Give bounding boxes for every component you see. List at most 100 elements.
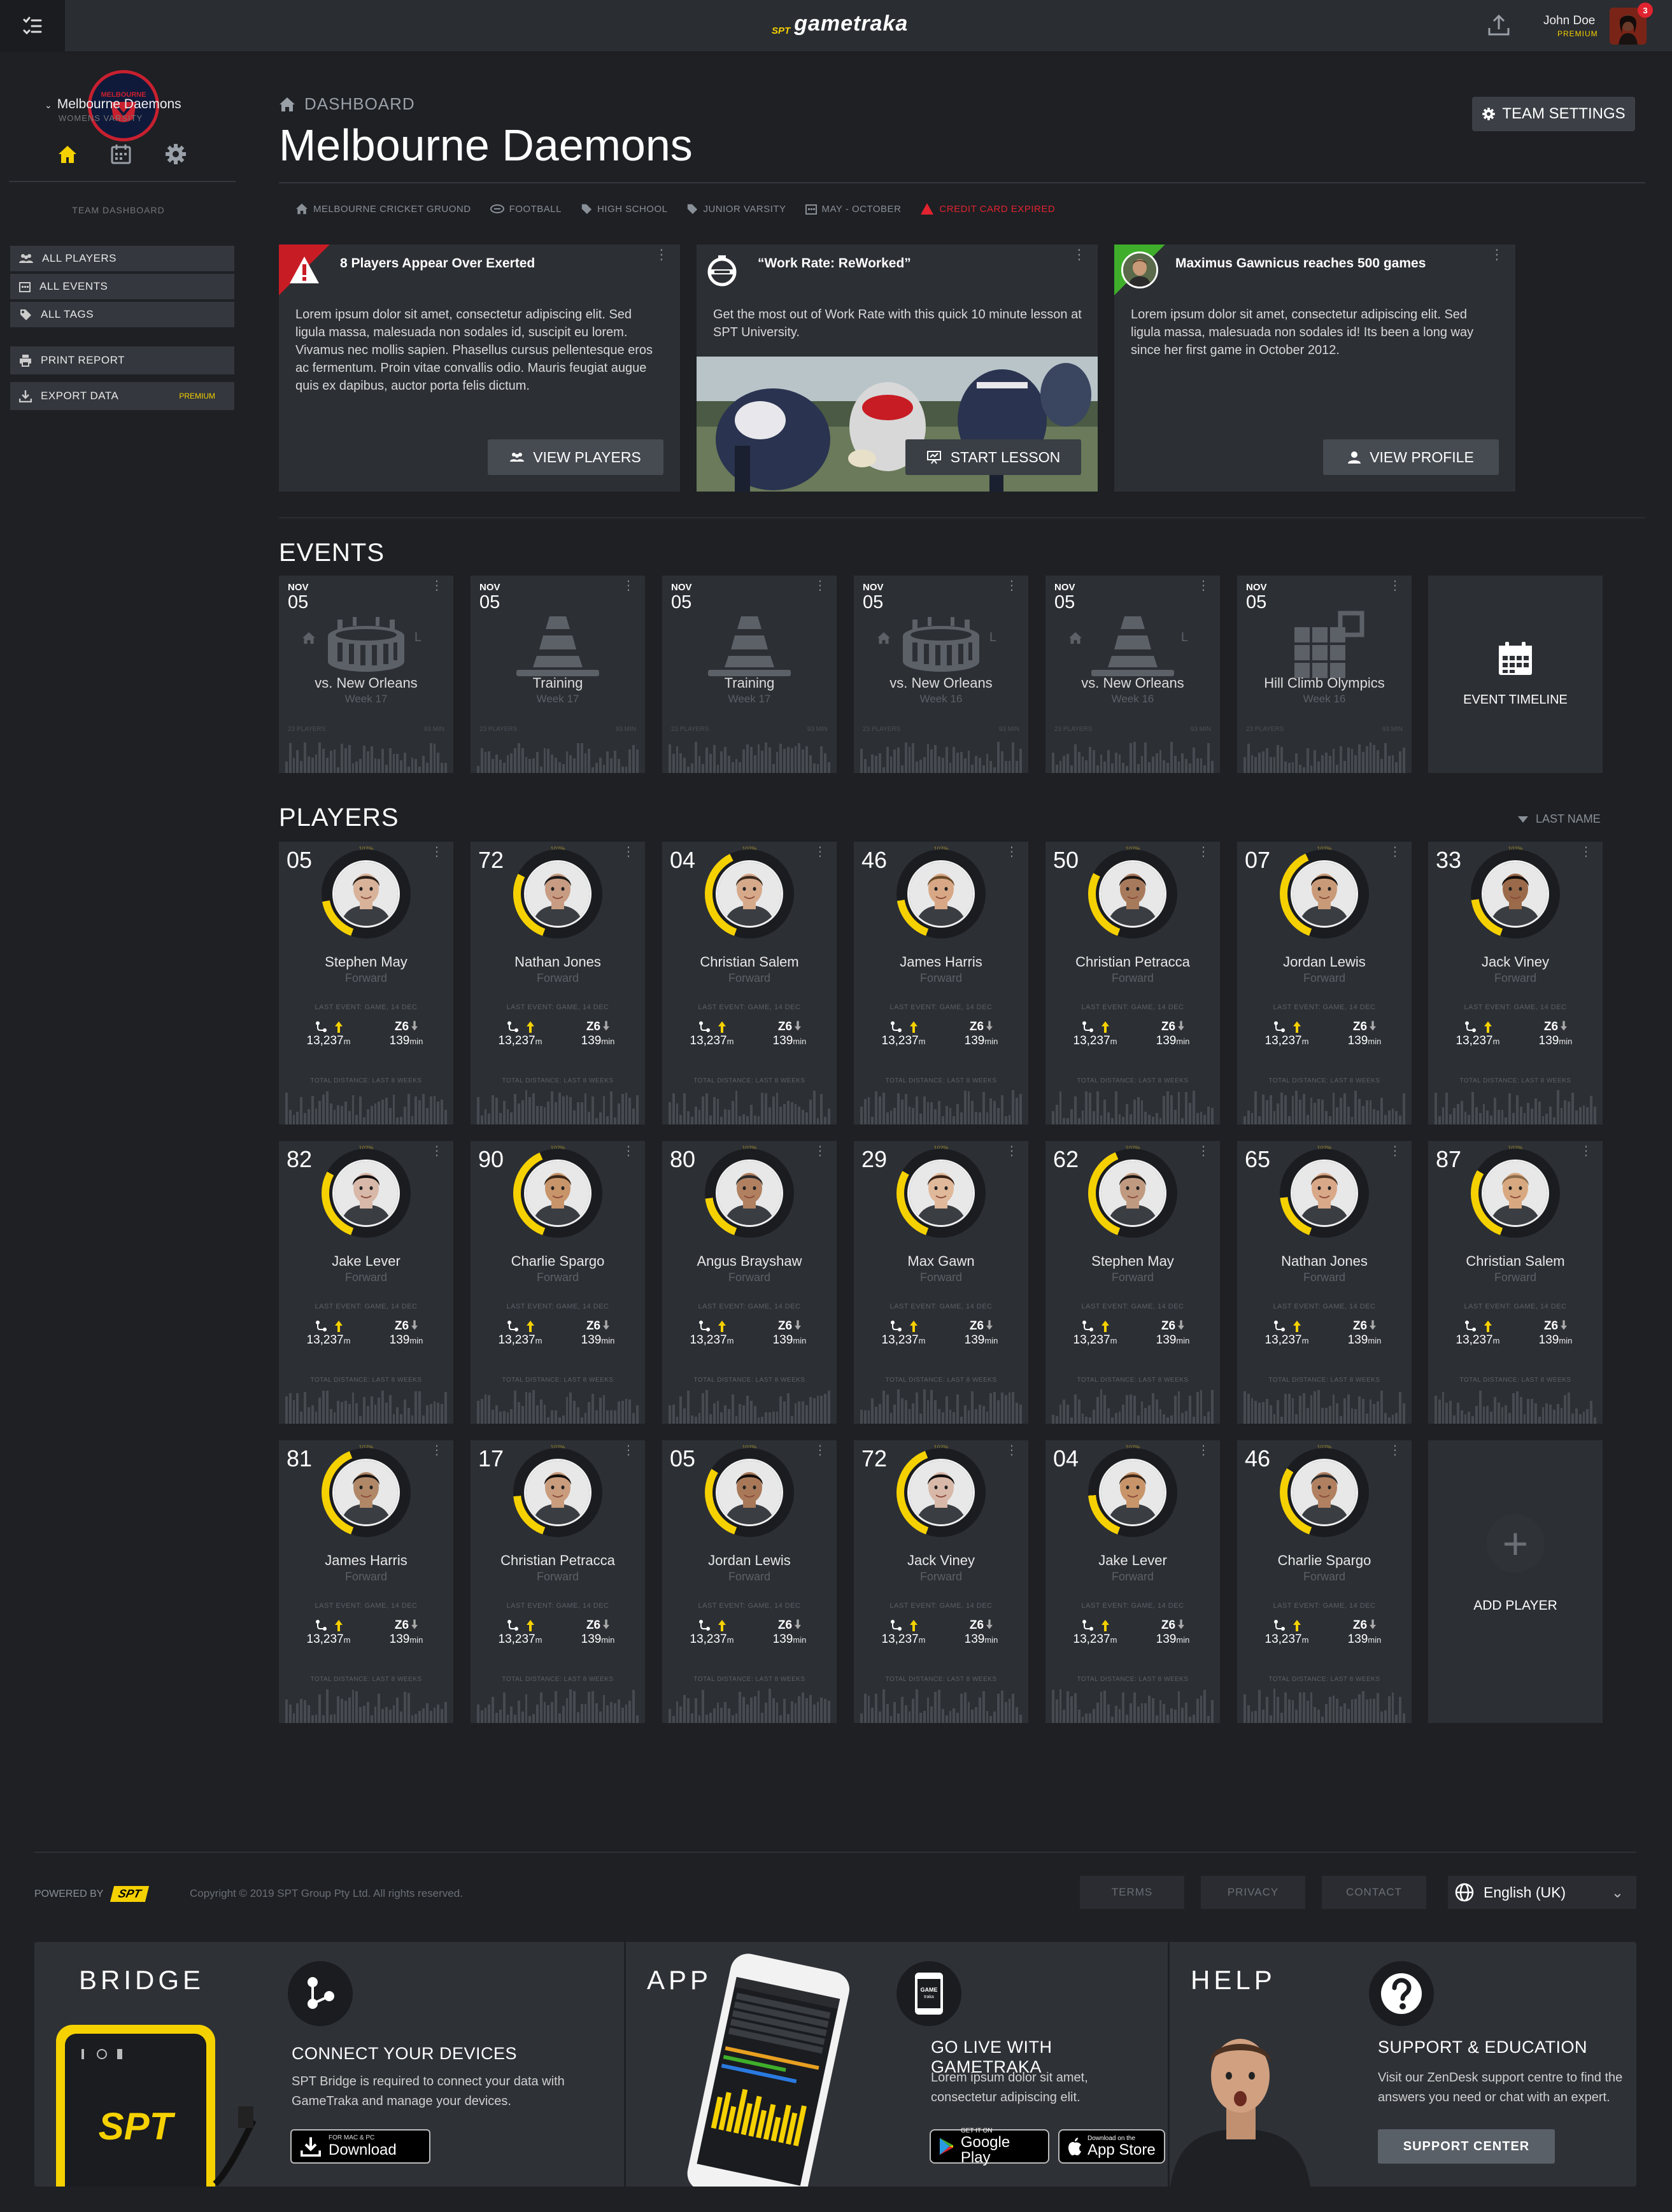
player-card[interactable]: 62 ⋮ 102% Stephen May Forward LAST EVENT: GAM…	[1045, 1141, 1220, 1424]
contact-link[interactable]: CONTACT	[1322, 1876, 1426, 1909]
player-card[interactable]: 04 ⋮ 102% Jake Lever Forward LAST EVENT: GAME…	[1045, 1440, 1220, 1723]
player-photo[interactable]	[1099, 860, 1166, 928]
player-photo[interactable]	[1291, 1459, 1358, 1526]
player-photo[interactable]	[716, 860, 783, 928]
player-photo[interactable]	[1291, 860, 1358, 928]
player-photo[interactable]	[332, 1159, 400, 1227]
bar	[676, 746, 679, 773]
google-play-button[interactable]: GET IT ON Google Play	[930, 2127, 1049, 2166]
player-card[interactable]: 33 ⋮ 102% Jack Viney Forward LAST EVENT: GAME…	[1428, 842, 1603, 1124]
player-photo[interactable]	[1291, 1159, 1358, 1227]
more-icon[interactable]: ⋮	[1490, 248, 1504, 262]
player-photo[interactable]	[524, 1159, 592, 1227]
spt-logo[interactable]: SPT	[110, 1886, 150, 1902]
bar	[288, 1704, 292, 1723]
sidebar-action-export-data[interactable]: EXPORT DATA PREMIUM	[10, 382, 234, 410]
player-photo[interactable]	[1099, 1459, 1166, 1526]
calendar-nav[interactable]	[108, 141, 134, 167]
sidebar-item-all-events[interactable]: ALL EVENTS	[10, 274, 234, 299]
player-photo[interactable]	[332, 860, 400, 928]
help-icon-circle	[1369, 1961, 1434, 2026]
player-card[interactable]: 80 ⋮ 102% Angus Brayshaw Forward LAST EVENT: …	[662, 1141, 837, 1424]
more-icon[interactable]: ⋮	[814, 579, 826, 592]
player-card[interactable]: 87 ⋮ 102% Christian Salem Forward LAST EVENT:…	[1428, 1141, 1603, 1424]
more-icon[interactable]: ⋮	[1197, 579, 1210, 592]
player-photo[interactable]	[524, 1459, 592, 1526]
event-card[interactable]: NOV 05 ⋮ Lvs. New Orleans Week 16 23 PLAYERS 9…	[854, 576, 1028, 773]
player-card[interactable]: 82 ⋮ 102% Jake Lever Forward LAST EVENT: GAME…	[279, 1141, 453, 1424]
player-card[interactable]: 07 ⋮ 102% Jordan Lewis Forward LAST EVENT: GA…	[1237, 842, 1412, 1124]
app-logo[interactable]: SPT gametraka	[772, 11, 908, 36]
player-card[interactable]: 05 ⋮ 102% Stephen May Forward LAST EVENT: GAM…	[279, 842, 453, 1124]
event-timeline-button[interactable]: EVENT TIMELINE	[1428, 576, 1603, 773]
sidebar-item-all-players[interactable]: ALL PLAYERS	[10, 246, 234, 271]
bar	[1085, 1416, 1088, 1424]
privacy-link[interactable]: PRIVACY	[1201, 1876, 1305, 1909]
view-profile-button[interactable]: VIEW PROFILE	[1323, 439, 1499, 475]
bridge-download-button[interactable]: FOR MAC & PC Download	[290, 2129, 430, 2164]
player-card[interactable]: 46 ⋮ 102% James Harris Forward LAST EVENT: GA…	[854, 842, 1028, 1124]
bar	[787, 1100, 790, 1124]
support-center-button[interactable]: SUPPORT CENTER	[1378, 2129, 1555, 2164]
upload-button[interactable]	[1486, 13, 1512, 41]
team-selector[interactable]: ⌄ Melbourne Daemons	[45, 97, 204, 112]
more-icon[interactable]: ⋮	[430, 579, 443, 592]
player-card[interactable]: 05 ⋮ 102% Jordan Lewis Forward LAST EVENT: GA…	[662, 1440, 837, 1723]
language-select[interactable]: English (UK) ⌄	[1448, 1876, 1636, 1909]
player-card[interactable]: 90 ⋮ 102% Charlie Spargo Forward LAST EVENT: …	[471, 1141, 645, 1424]
settings-nav[interactable]	[163, 141, 188, 167]
player-photo[interactable]	[716, 1159, 783, 1227]
terms-link[interactable]: TERMS	[1080, 1876, 1184, 1909]
player-card[interactable]: 17 ⋮ 102% Christian Petracca Forward LAST EVE…	[471, 1440, 645, 1723]
event-card[interactable]: NOV 05 ⋮ Hill Climb Olympics Week 16 23 PLAYE…	[1237, 576, 1412, 773]
menu-button[interactable]	[0, 0, 65, 52]
player-photo[interactable]	[907, 1159, 975, 1227]
player-photo[interactable]	[907, 860, 975, 928]
player-card[interactable]: 65 ⋮ 102% Nathan Jones Forward LAST EVENT: GA…	[1237, 1141, 1412, 1424]
player-card[interactable]: 29 ⋮ 102% Max Gawn Forward LAST EVENT: GAME, …	[854, 1141, 1028, 1424]
bar	[916, 1689, 918, 1723]
minutes-unit: min	[601, 1635, 615, 1645]
more-icon[interactable]: ⋮	[622, 579, 635, 592]
app-store-button[interactable]: Download on the App Store	[1058, 2129, 1165, 2164]
more-icon[interactable]: ⋮	[655, 248, 669, 262]
player-photo[interactable]	[907, 1459, 975, 1526]
add-player-button[interactable]: + ADD PLAYER	[1428, 1440, 1603, 1723]
player-card[interactable]: 81 ⋮ 102% James Harris Forward LAST EVENT: GA…	[279, 1440, 453, 1723]
sidebar-action-print-report[interactable]: PRINT REPORT	[10, 346, 234, 374]
player-card[interactable]: 04 ⋮ 102% Christian Salem Forward LAST EVENT:…	[662, 842, 837, 1124]
player-photo[interactable]	[1482, 860, 1549, 928]
view-players-button[interactable]: VIEW PLAYERS	[488, 439, 663, 475]
dashboard-nav[interactable]	[55, 141, 80, 167]
distance-sparkline	[1435, 1389, 1596, 1424]
meta-billing-alert[interactable]: CREDIT CARD EXPIRED	[920, 202, 1055, 215]
breadcrumb[interactable]: DASHBOARD	[279, 94, 415, 114]
player-card[interactable]: 72 ⋮ 102% Jack Viney Forward LAST EVENT: GAME…	[854, 1440, 1028, 1723]
player-photo[interactable]	[1099, 1159, 1166, 1227]
player-photo[interactable]	[716, 1459, 783, 1526]
player-card[interactable]: 46 ⋮ 102% Charlie Spargo Forward LAST EVENT: …	[1237, 1440, 1412, 1723]
bar	[1314, 750, 1317, 773]
notification-badge[interactable]: 3	[1638, 3, 1653, 18]
more-icon[interactable]: ⋮	[1389, 579, 1401, 592]
event-card[interactable]: NOV 05 ⋮ Training Week 17 23 PLAYERS 93 MIN	[471, 576, 645, 773]
player-photo[interactable]	[524, 860, 592, 928]
event-card[interactable]: NOV 05 ⋮ Lvs. New Orleans Week 17 23 PLAYERS 9…	[279, 576, 453, 773]
team-settings-button[interactable]: TEAM SETTINGS	[1472, 97, 1635, 131]
player-card[interactable]: 72 ⋮ 102% Nathan Jones Forward LAST EVENT: GA…	[471, 842, 645, 1124]
player-photo[interactable]	[1482, 1159, 1549, 1227]
bar	[404, 1692, 406, 1723]
start-lesson-button[interactable]: START LESSON	[905, 439, 1081, 475]
more-icon[interactable]: ⋮	[1005, 579, 1018, 592]
event-card[interactable]: NOV 05 ⋮ Training Week 17 23 PLAYERS 93 MIN	[662, 576, 837, 773]
player-photo[interactable]	[332, 1459, 400, 1526]
sort-dropdown[interactable]: LAST NAME	[1518, 812, 1601, 826]
bar	[1137, 1096, 1140, 1124]
phone-icon: GAMEtraka	[915, 1973, 943, 2015]
bar	[1321, 1716, 1324, 1723]
sidebar-item-all-tags[interactable]: ALL TAGS	[10, 302, 234, 327]
user-name[interactable]: John Doe	[1543, 14, 1595, 28]
event-card[interactable]: NOV 05 ⋮ Lvs. New Orleans Week 16 23 PLAYERS 9…	[1045, 576, 1220, 773]
more-icon[interactable]: ⋮	[1072, 248, 1086, 262]
player-card[interactable]: 50 ⋮ 102% Christian Petracca Forward LAST EVE…	[1045, 842, 1220, 1124]
